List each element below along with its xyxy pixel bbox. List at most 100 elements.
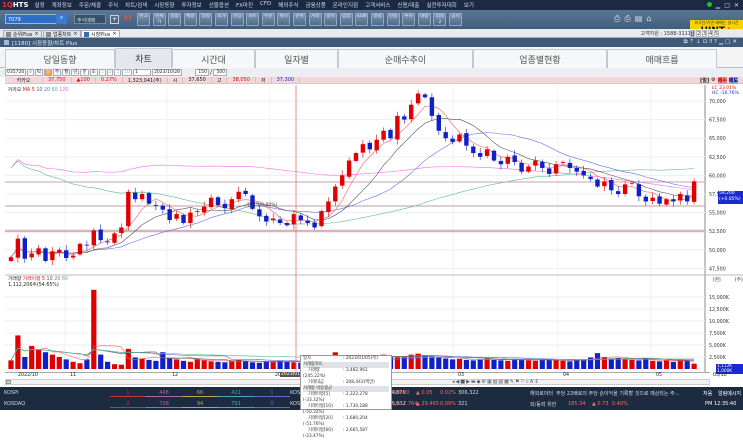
volume-bar xyxy=(663,360,670,369)
interval-button[interactable]: 1 xyxy=(98,69,106,76)
interval-button[interactable]: 3 xyxy=(106,69,114,76)
sell-button[interactable]: 매도 xyxy=(728,76,738,84)
toolbar-shortcut-button[interactable]: 투자 xyxy=(402,13,416,26)
menu-item[interactable]: 해외주식 xyxy=(278,1,298,9)
window-tab-market-plus[interactable]: 시장Plus × xyxy=(81,30,120,38)
interval-button[interactable]: 5 xyxy=(114,69,122,76)
page-button[interactable]: 4 xyxy=(708,30,713,37)
tab-6[interactable]: 매매흐름 xyxy=(607,49,717,68)
legend-volume: 거래량 xyxy=(8,277,22,282)
minimize-icon[interactable]: ▁ xyxy=(716,2,721,9)
toolbar-shortcut-button[interactable]: 순위 xyxy=(293,13,306,26)
menu-item[interactable]: 보기 xyxy=(464,1,474,9)
count-input[interactable]: 150 xyxy=(195,69,209,76)
tab-0[interactable]: 당일동향 xyxy=(5,49,115,68)
menu-item[interactable]: 시장동향 xyxy=(154,1,174,9)
menu-item[interactable]: 차트/검색 xyxy=(125,1,147,9)
toolbar-shortcut-button[interactable]: 뉴스 xyxy=(277,13,291,26)
stock-search-input[interactable]: 7079 xyxy=(5,14,63,24)
period-button[interactable]: 분 xyxy=(80,69,89,76)
toolbar-shortcut-button[interactable]: 공시 xyxy=(449,13,462,26)
toolbar-shortcut-button[interactable]: 잔고 xyxy=(137,13,150,26)
menu-item[interactable]: FX마진 xyxy=(236,1,253,9)
toolbar-shortcut-button[interactable]: 관심 xyxy=(230,13,244,26)
candle xyxy=(36,248,41,255)
maximize-icon[interactable]: □ xyxy=(724,2,730,9)
window-tab-sector-chart[interactable]: 업종차트 × xyxy=(43,30,81,38)
volume-bar xyxy=(284,361,290,369)
buy-button[interactable]: 매수 xyxy=(717,76,727,84)
interval-select[interactable]: 1 xyxy=(133,69,152,76)
chart-tools[interactable]: ◂◀■▶▬◆⚙▦▧▨▩✎⚑⚐⌕A↕ xyxy=(452,379,539,385)
toolbar-shortcut-button[interactable]: 주문 xyxy=(261,13,275,26)
toolbar-shortcut-button[interactable]: 종목 xyxy=(324,13,338,26)
account-select[interactable]: 주식매매 xyxy=(74,14,106,24)
add-icon[interactable]: + xyxy=(110,15,119,24)
market-btn1[interactable]: 처음 xyxy=(703,390,712,397)
page-button[interactable]: 1 xyxy=(690,30,695,37)
page-button[interactable]: 3 xyxy=(702,30,707,37)
menu-item[interactable]: 계좌정보 xyxy=(52,1,72,9)
legend-ma60: 60 xyxy=(51,88,58,93)
close-icon[interactable]: ✕ xyxy=(734,2,739,9)
tab-2[interactable]: 시간대 xyxy=(172,49,255,68)
period-button[interactable]: 월 xyxy=(62,69,71,76)
search-icon[interactable]: ⌕ xyxy=(27,69,34,76)
toolbar-shortcut-button[interactable]: 현재가 xyxy=(152,13,166,26)
toolbar-shortcut-button[interactable]: 종합 xyxy=(168,13,182,26)
toolbar-shortcut-button[interactable]: 거래 xyxy=(308,13,322,26)
stock-code-input[interactable]: 035720 xyxy=(5,69,27,76)
toolbar-shortcut-button[interactable]: 업종 xyxy=(339,13,353,26)
period-button[interactable]: 년 xyxy=(71,69,80,76)
menu-item[interactable]: 주식 xyxy=(108,1,118,9)
menu-item[interactable]: 실전투자대회 xyxy=(426,1,456,9)
menu-item[interactable]: 금융상품 xyxy=(306,1,326,9)
menu-item[interactable]: 설정 xyxy=(35,1,45,9)
menu-item[interactable]: 투자정보 xyxy=(181,1,201,9)
toolbar-shortcut-button[interactable]: ELW xyxy=(355,13,369,26)
menu-item[interactable]: 온라인지점 xyxy=(333,1,358,9)
menu-item[interactable]: CFD xyxy=(260,1,271,9)
utility-icons[interactable]: ⎙⎙▤⌂ xyxy=(614,14,655,24)
price-tick: 70,000 xyxy=(709,99,726,105)
tab-5[interactable]: 업종별현황 xyxy=(473,49,607,68)
toolbar-shortcut-button[interactable]: 차트 xyxy=(246,13,260,26)
period-button[interactable]: 틱 xyxy=(34,69,43,76)
toolbar-shortcut-button[interactable]: 알림 xyxy=(371,13,384,26)
page-button[interactable]: 5 xyxy=(714,30,719,37)
menu-item[interactable]: 신용/대출 xyxy=(397,1,419,9)
volume-bar xyxy=(118,364,124,369)
toolbar-shortcut-button[interactable]: 업종2 xyxy=(433,13,447,26)
interval-button[interactable]: 10 xyxy=(122,69,133,76)
market-btn2[interactable]: 알림메시지 xyxy=(718,390,741,397)
candle xyxy=(581,170,586,176)
menu-item[interactable]: 고객서비스 xyxy=(365,1,390,9)
price-chart[interactable]: 70,00067,50065,00062,50060,00057,50055,0… xyxy=(5,85,743,373)
h-icon[interactable]: H xyxy=(124,14,132,24)
date-input[interactable]: 2023/10/28 xyxy=(152,69,182,76)
period-button[interactable]: 초 xyxy=(89,69,98,76)
toolbar-shortcut-button[interactable]: 체결 xyxy=(183,13,197,26)
multi-button[interactable]: [멀] xyxy=(700,77,709,84)
toolbar-shortcut-button[interactable]: 호가 xyxy=(215,13,228,26)
volume-bar xyxy=(505,360,511,369)
market-news[interactable]: 주당 22배로의 주당 순이익을 기록할 것으로 예상되는 주... xyxy=(556,390,679,397)
tab-1[interactable]: 차트 xyxy=(115,48,172,68)
window-controls[interactable]: ⧉⇡⇣⊡‼?▁□✕ xyxy=(684,39,739,46)
tab-4[interactable]: 순매수추이 xyxy=(338,49,473,68)
window-tab-rank-plus[interactable]: 순위Plus × xyxy=(3,30,42,38)
date-tick: 05/18 xyxy=(713,373,727,378)
menu-item[interactable]: 주문/체결 xyxy=(79,1,101,9)
toolbar-shortcut-button[interactable]: 일봉 xyxy=(199,13,213,26)
tab-3[interactable]: 일자별 xyxy=(255,49,338,68)
page-button[interactable]: 2 xyxy=(696,30,701,37)
period-button[interactable]: 일 xyxy=(43,69,52,76)
search-icon[interactable]: ⌕ xyxy=(56,14,67,24)
menu-item[interactable]: 선물옵션 xyxy=(209,1,229,9)
period-button[interactable]: 주 xyxy=(53,69,62,76)
candle xyxy=(326,201,331,213)
settings-icon[interactable]: ⚙ xyxy=(711,77,715,84)
volume-bar xyxy=(615,357,621,369)
toolbar-shortcut-button[interactable]: 신용 xyxy=(386,13,400,26)
toolbar-shortcut-button[interactable]: 대량 xyxy=(417,13,431,26)
